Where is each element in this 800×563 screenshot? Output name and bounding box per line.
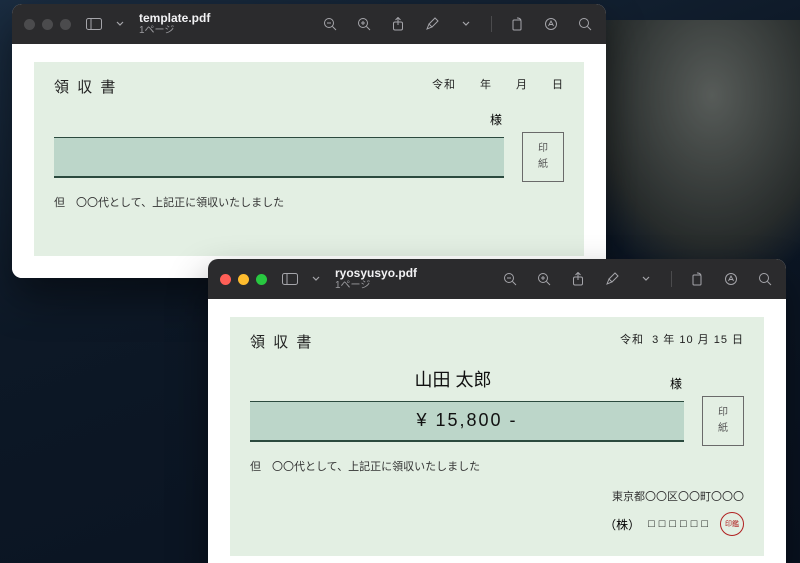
toolbar-actions [501, 270, 774, 288]
receipt-date: 令和 3 年 10 月 15 日 [620, 331, 744, 347]
stamp-label: 紙 [538, 157, 548, 173]
share-icon[interactable] [389, 15, 407, 33]
titlebar[interactable]: ryosyusyo.pdf 1ページ [208, 259, 786, 299]
receipt-note: 但 〇〇代として、上記正に領収いたしました [250, 458, 744, 474]
revenue-stamp-box: 印 紙 [522, 132, 564, 182]
zoom-button[interactable] [60, 19, 71, 30]
receipt: 領 収 書 令和 3 年 10 月 15 日 山田 太郎 様 ¥ 15,800 … [230, 317, 764, 556]
receipt: 領 収 書 令和 年 月 日 様 印 紙 [34, 62, 584, 256]
chevron-down-icon[interactable] [307, 270, 325, 288]
receipt-title: 領 収 書 [54, 76, 117, 97]
search-icon[interactable] [576, 15, 594, 33]
company-name: □□□□□□ [648, 518, 712, 530]
chevron-down-icon[interactable] [457, 15, 475, 33]
honorific-sama: 様 [656, 375, 686, 392]
receipt-note: 但 〇〇代として、上記正に領収いたしました [54, 194, 564, 210]
markup-icon[interactable] [423, 15, 441, 33]
amount-field [54, 137, 504, 178]
document-page: 領 収 書 令和 年 月 日 様 印 紙 [12, 44, 606, 278]
zoom-in-icon[interactable] [535, 270, 553, 288]
stamp-label: 紙 [718, 421, 728, 437]
document-page: 領 収 書 令和 3 年 10 月 15 日 山田 太郎 様 ¥ 15,800 … [208, 299, 786, 563]
toolbar-separator [671, 271, 672, 287]
zoom-out-icon[interactable] [501, 270, 519, 288]
toolbar-actions [321, 15, 594, 33]
traffic-lights[interactable] [220, 274, 267, 285]
issuer-row: （株） □□□□□□ 印鑑 [250, 512, 744, 536]
stamp-label: 印 [718, 405, 728, 421]
page-count-label: 1ページ [335, 280, 417, 291]
company-prefix: （株） [604, 516, 640, 533]
seal-icon: 印鑑 [720, 512, 744, 536]
titlebar[interactable]: template.pdf 1ページ [12, 4, 606, 44]
filename-label: template.pdf [139, 12, 210, 25]
sidebar-toggle-icon[interactable] [85, 15, 103, 33]
window-ryosyusyo[interactable]: ryosyusyo.pdf 1ページ 領 収 書 令和 3 年 10 月 [208, 259, 786, 563]
markup-icon[interactable] [603, 270, 621, 288]
payer-name: 山田 太郎 [250, 366, 656, 392]
minimize-button[interactable] [238, 274, 249, 285]
receipt-date: 令和 年 月 日 [432, 76, 564, 92]
zoom-button[interactable] [256, 274, 267, 285]
chevron-down-icon[interactable] [637, 270, 655, 288]
wallpaper-mountain [580, 20, 800, 270]
desktop: template.pdf 1ページ 領 収 書 令和 年 月 日 [0, 0, 800, 563]
window-title: template.pdf 1ページ [139, 12, 210, 36]
zoom-in-icon[interactable] [355, 15, 373, 33]
window-template[interactable]: template.pdf 1ページ 領 収 書 令和 年 月 日 [12, 4, 606, 278]
page-count-label: 1ページ [139, 25, 210, 36]
search-icon[interactable] [756, 270, 774, 288]
honorific-sama: 様 [476, 111, 506, 128]
revenue-stamp-box: 印 紙 [702, 396, 744, 446]
sidebar-toggle-icon[interactable] [281, 270, 299, 288]
highlight-icon[interactable] [542, 15, 560, 33]
issuer-address: 東京都〇〇区〇〇町〇〇〇 [250, 488, 744, 504]
zoom-out-icon[interactable] [321, 15, 339, 33]
filename-label: ryosyusyo.pdf [335, 267, 417, 280]
rotate-icon[interactable] [688, 270, 706, 288]
highlight-icon[interactable] [722, 270, 740, 288]
close-button[interactable] [220, 274, 231, 285]
traffic-lights[interactable] [24, 19, 71, 30]
stamp-label: 印 [538, 141, 548, 157]
toolbar-separator [491, 16, 492, 32]
receipt-title: 領 収 書 [250, 331, 313, 352]
share-icon[interactable] [569, 270, 587, 288]
close-button[interactable] [24, 19, 35, 30]
window-title: ryosyusyo.pdf 1ページ [335, 267, 417, 291]
amount-field: ¥ 15,800 - [250, 401, 684, 442]
minimize-button[interactable] [42, 19, 53, 30]
rotate-icon[interactable] [508, 15, 526, 33]
chevron-down-icon[interactable] [111, 15, 129, 33]
